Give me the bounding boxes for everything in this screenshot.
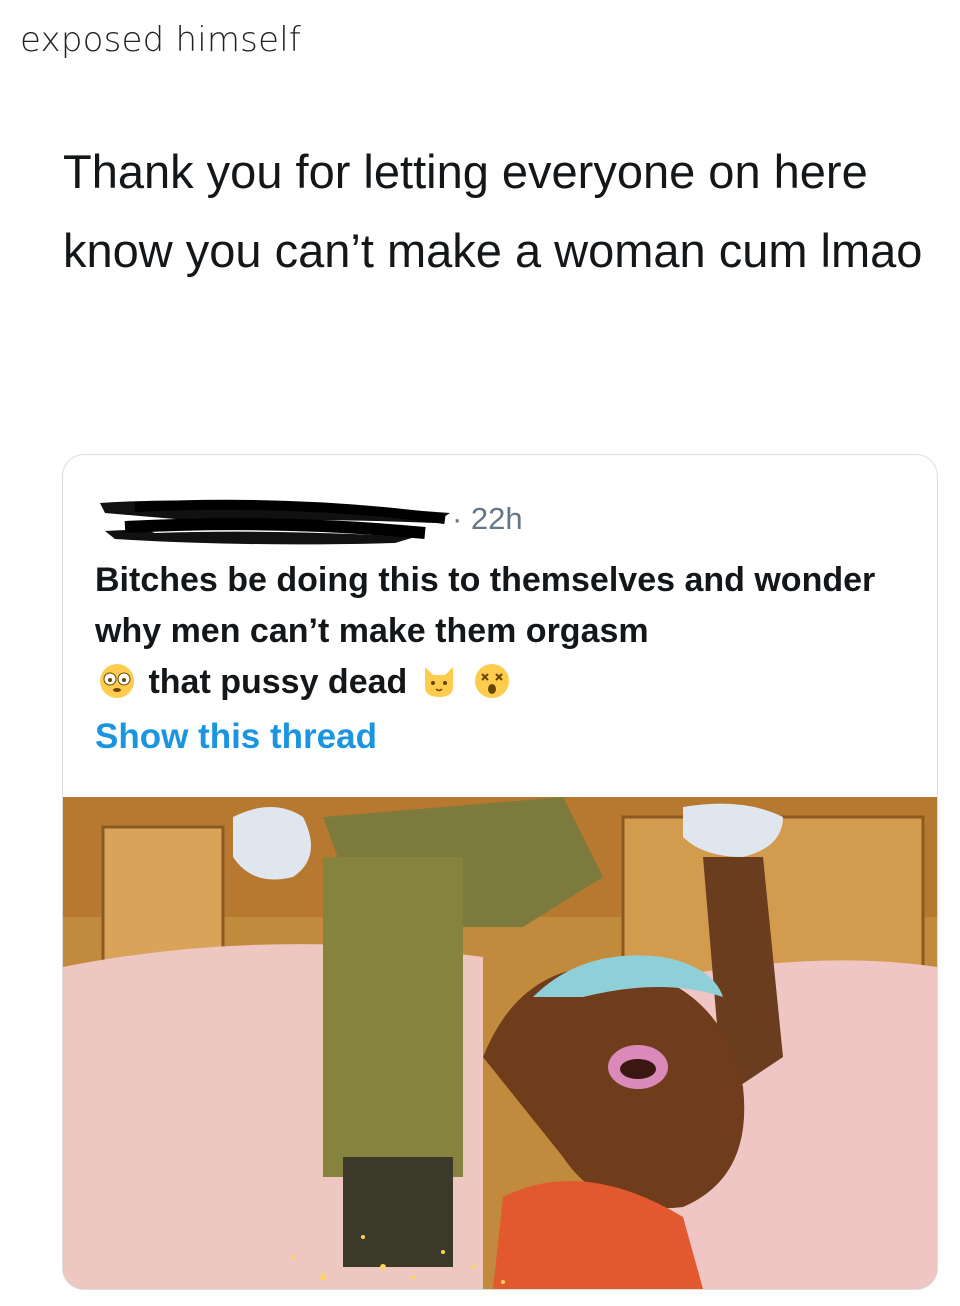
show-thread-link[interactable]: Show this thread	[95, 717, 377, 757]
caption-text: exposed himself	[20, 20, 302, 60]
quoted-tweet-text-part2: that pussy dead	[148, 663, 408, 701]
cat-face-icon	[424, 667, 453, 697]
tweet-timestamp[interactable]: · 22h	[452, 501, 523, 537]
flushed-face-icon	[100, 664, 134, 698]
redaction-scribble	[100, 499, 450, 545]
quoted-tweet-text-part1: Bitches be doing this to themselves and …	[95, 561, 876, 650]
tweet-media-image[interactable]	[63, 797, 937, 1289]
dizzy-face-icon	[475, 664, 510, 698]
quoted-tweet-text: Bitches be doing this to themselves and …	[95, 555, 915, 708]
quoted-tweet-header: · 22h	[95, 493, 695, 545]
quoted-tweet-card[interactable]: · 22h Bitches be doing this to themselve…	[62, 454, 938, 1290]
tweet-text: Thank you for letting everyone on here k…	[63, 145, 923, 277]
